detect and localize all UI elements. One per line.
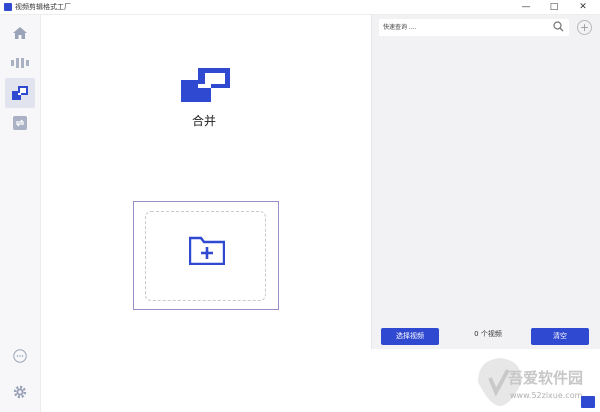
sidebar-item-settings[interactable] [5, 377, 35, 407]
watermark-corner-icon [581, 396, 595, 408]
search-input[interactable] [383, 20, 543, 35]
maximize-button[interactable]: □ [541, 0, 567, 14]
more-icon [13, 349, 27, 363]
split-icon [11, 58, 29, 68]
merge-icon [12, 86, 28, 100]
home-icon [13, 27, 27, 39]
app-logo-icon [4, 3, 12, 11]
title-bar: 视频剪辑格式工厂 — □ ✕ [0, 0, 600, 15]
merge-large-icon [181, 68, 230, 102]
select-video-button[interactable]: 选择视频 [381, 328, 439, 345]
video-list-panel: + [371, 15, 600, 349]
page-title: 合并 [191, 114, 216, 128]
folder-add-icon [189, 236, 225, 265]
sidebar-item-convert[interactable] [5, 108, 35, 138]
window-title: 视频剪辑格式工厂 [15, 3, 71, 11]
add-video-button[interactable]: + [577, 20, 592, 35]
watermark: 吾爱软件园 www.52zixue.com [470, 352, 598, 410]
convert-icon [13, 116, 27, 130]
watermark-url: www.52zixue.com [510, 391, 583, 400]
gear-icon [13, 385, 27, 399]
search-box [379, 19, 569, 36]
sidebar-item-merge[interactable] [5, 78, 35, 108]
clear-button[interactable]: 清空 [531, 328, 589, 345]
video-drop-zone[interactable] [133, 201, 279, 310]
minimize-button[interactable]: — [513, 0, 539, 14]
sidebar-item-split[interactable] [5, 48, 35, 78]
sidebar-item-home[interactable] [5, 18, 35, 48]
video-count: 0 个视频 [474, 330, 502, 338]
main-area: 合并 [41, 15, 367, 412]
watermark-text: 吾爱软件园 [508, 369, 584, 387]
close-button[interactable]: ✕ [570, 0, 596, 14]
sidebar [0, 15, 41, 412]
sidebar-item-more[interactable] [5, 341, 35, 371]
search-icon[interactable] [553, 21, 564, 32]
